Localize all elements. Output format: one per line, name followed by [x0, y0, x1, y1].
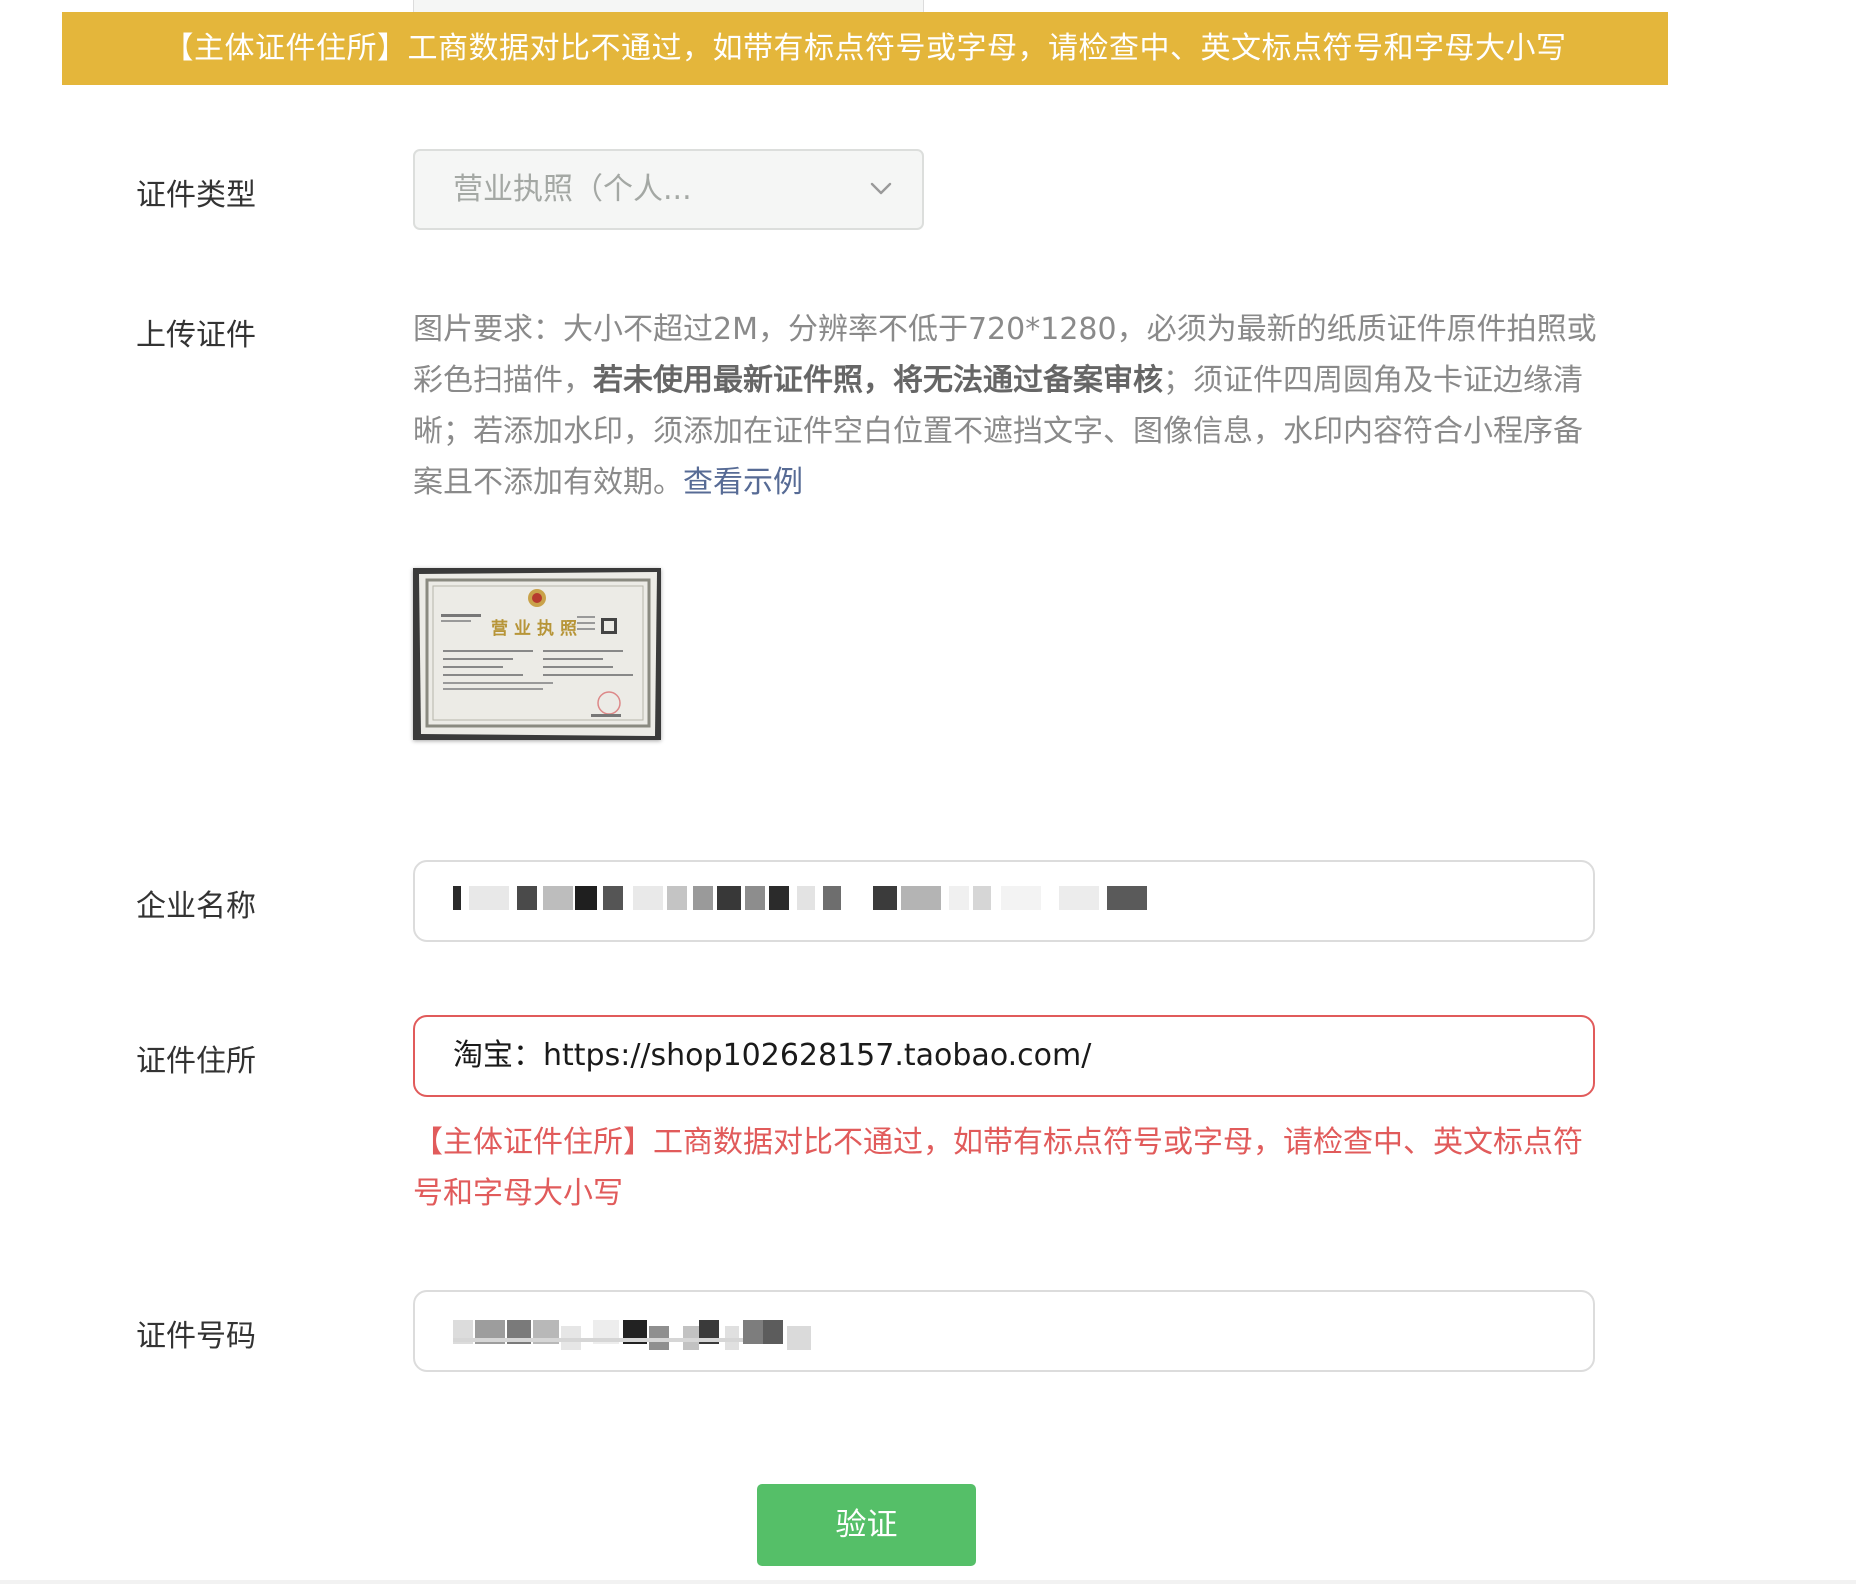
- cert-address-value: 淘宝：https://shop102628157.taobao.com/: [453, 1038, 1092, 1073]
- cert-address-input[interactable]: 淘宝：https://shop102628157.taobao.com/: [413, 1015, 1595, 1097]
- chevron-down-icon: [870, 182, 892, 195]
- error-banner: 【主体证件住所】工商数据对比不通过，如带有标点符号或字母，请检查中、英文标点符号…: [62, 12, 1668, 85]
- cert-type-select[interactable]: 营业执照（个人...: [413, 149, 924, 230]
- company-name-input[interactable]: [413, 860, 1595, 942]
- cert-type-label: 证件类型: [136, 178, 256, 213]
- cert-type-value: 营业执照（个人...: [453, 172, 692, 207]
- verify-button[interactable]: 验证: [757, 1484, 976, 1566]
- cert-address-label: 证件住所: [136, 1044, 256, 1079]
- requirements-warning: 若未使用最新证件照，将无法通过备案审核: [593, 363, 1163, 398]
- previous-field-edge: [413, 0, 924, 12]
- cert-number-input[interactable]: [413, 1290, 1595, 1372]
- upload-requirements: 图片要求：大小不超过2M，分辨率不低于720*1280，必须为最新的纸质证件原件…: [413, 304, 1601, 508]
- view-example-link[interactable]: 查看示例: [683, 465, 803, 500]
- company-name-label: 企业名称: [136, 889, 256, 924]
- cert-number-label: 证件号码: [136, 1319, 256, 1354]
- page: 【主体证件住所】工商数据对比不通过，如带有标点符号或字母，请检查中、英文标点符号…: [0, 0, 1856, 1584]
- upload-label: 上传证件: [136, 318, 256, 353]
- bottom-divider: [0, 1580, 1856, 1584]
- uploaded-license-thumbnail[interactable]: 营业执照: [413, 568, 661, 740]
- cert-address-error: 【主体证件住所】工商数据对比不通过，如带有标点符号或字母，请检查中、英文标点符号…: [413, 1125, 1583, 1211]
- license-thumbnail-title: 营业执照: [491, 618, 583, 639]
